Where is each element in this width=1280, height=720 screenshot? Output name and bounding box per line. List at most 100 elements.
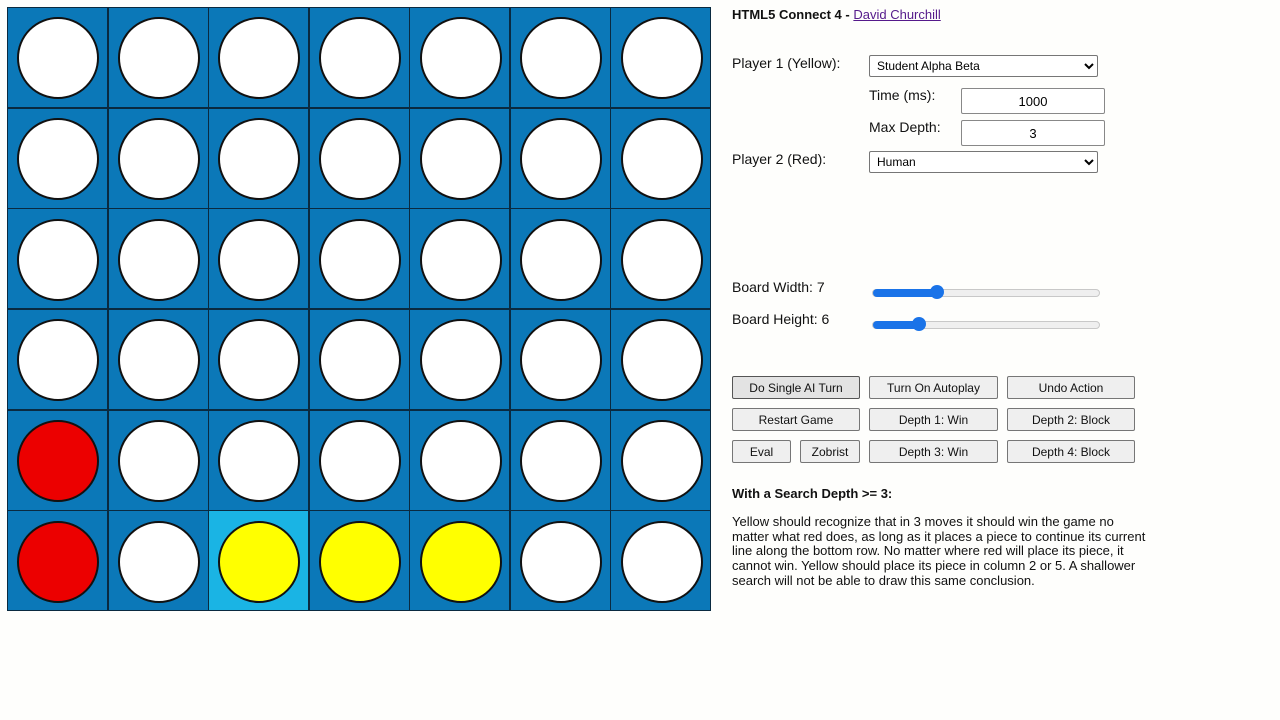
board-cell[interactable]: [509, 208, 611, 310]
board-cell[interactable]: [509, 510, 611, 612]
empty-slot: [520, 218, 603, 301]
board-cell[interactable]: [107, 107, 209, 209]
board-cell[interactable]: [208, 409, 310, 511]
empty-slot: [17, 117, 100, 200]
board-cell[interactable]: [610, 309, 712, 411]
time-input[interactable]: [961, 88, 1105, 114]
board-cell[interactable]: [308, 107, 410, 209]
empty-slot: [419, 419, 502, 502]
board-cell[interactable]: [409, 309, 511, 411]
max-depth-input[interactable]: [961, 120, 1105, 146]
player1-label: Player 1 (Yellow):: [732, 55, 841, 71]
board-cell[interactable]: [208, 208, 310, 310]
empty-slot: [218, 17, 301, 100]
info-text: Yellow should recognize that in 3 moves …: [732, 514, 1146, 588]
control-panel: HTML5 Connect 4 - David Churchill Player…: [732, 0, 1272, 720]
board-cell[interactable]: [409, 510, 511, 612]
board-cell[interactable]: [610, 7, 712, 109]
board-cell[interactable]: [208, 309, 310, 411]
depth1-win-button[interactable]: Depth 1: Win: [869, 408, 998, 431]
red-piece: [17, 419, 100, 502]
board-cell[interactable]: [107, 208, 209, 310]
board-cell[interactable]: [7, 7, 109, 109]
empty-slot: [620, 218, 703, 301]
empty-slot: [419, 218, 502, 301]
depth4-block-button[interactable]: Depth 4: Block: [1007, 440, 1135, 463]
empty-slot: [620, 319, 703, 402]
page-title: HTML5 Connect 4 - David Churchill: [732, 7, 941, 22]
author-link[interactable]: David Churchill: [853, 7, 940, 22]
game-board[interactable]: [7, 7, 712, 612]
empty-slot: [620, 117, 703, 200]
board-cell[interactable]: [308, 409, 410, 511]
autoplay-button[interactable]: Turn On Autoplay: [869, 376, 998, 399]
board-cell[interactable]: [610, 510, 712, 612]
empty-slot: [419, 117, 502, 200]
time-label: Time (ms):: [869, 87, 936, 103]
empty-slot: [117, 17, 200, 100]
board-cell[interactable]: [509, 7, 611, 109]
empty-slot: [117, 319, 200, 402]
depth3-win-button[interactable]: Depth 3: Win: [869, 440, 998, 463]
board-cell[interactable]: [308, 208, 410, 310]
empty-slot: [318, 117, 401, 200]
empty-slot: [117, 419, 200, 502]
board-cell[interactable]: [7, 309, 109, 411]
board-cell[interactable]: [509, 409, 611, 511]
board-cell[interactable]: [409, 208, 511, 310]
board-cell[interactable]: [208, 107, 310, 209]
board-cell[interactable]: [107, 409, 209, 511]
board-width-label: Board Width: 7: [732, 279, 825, 295]
board-cell[interactable]: [107, 510, 209, 612]
title-text: HTML5 Connect 4: [732, 7, 842, 22]
empty-slot: [620, 419, 703, 502]
restart-button[interactable]: Restart Game: [732, 408, 860, 431]
board-cell[interactable]: [208, 7, 310, 109]
board-cell[interactable]: [610, 107, 712, 209]
empty-slot: [117, 117, 200, 200]
board-width-slider-fill: [873, 289, 937, 297]
empty-slot: [117, 218, 200, 301]
red-piece: [17, 520, 100, 603]
player1-select[interactable]: Student Alpha Beta: [869, 55, 1098, 77]
board-height-slider-thumb[interactable]: [911, 317, 926, 331]
player2-select[interactable]: Human: [869, 151, 1098, 173]
board-cell[interactable]: [7, 409, 109, 511]
board-cell[interactable]: [308, 7, 410, 109]
board-cell[interactable]: [308, 510, 410, 612]
board-cell[interactable]: [7, 208, 109, 310]
board-cell[interactable]: [610, 409, 712, 511]
empty-slot: [318, 319, 401, 402]
empty-slot: [520, 520, 603, 603]
board-cell[interactable]: [208, 510, 310, 612]
board-cell[interactable]: [7, 107, 109, 209]
board-cell[interactable]: [308, 309, 410, 411]
empty-slot: [318, 17, 401, 100]
empty-slot: [17, 218, 100, 301]
board-cell[interactable]: [409, 7, 511, 109]
zobrist-button[interactable]: Zobrist: [800, 440, 860, 463]
single-ai-turn-button[interactable]: Do Single AI Turn: [732, 376, 860, 399]
board-cell[interactable]: [409, 409, 511, 511]
board-cell[interactable]: [107, 7, 209, 109]
empty-slot: [218, 117, 301, 200]
undo-button[interactable]: Undo Action: [1007, 376, 1135, 399]
board-cell[interactable]: [409, 107, 511, 209]
board-cell[interactable]: [107, 309, 209, 411]
board-cell[interactable]: [509, 309, 611, 411]
empty-slot: [520, 17, 603, 100]
board-height-label: Board Height: 6: [732, 311, 830, 327]
board-width-slider-thumb[interactable]: [929, 285, 944, 299]
depth2-block-button[interactable]: Depth 2: Block: [1007, 408, 1135, 431]
board-height-slider[interactable]: [872, 317, 1100, 331]
eval-button[interactable]: Eval: [732, 440, 791, 463]
empty-slot: [520, 419, 603, 502]
player2-label: Player 2 (Red):: [732, 151, 827, 167]
empty-slot: [520, 319, 603, 402]
board-cell[interactable]: [7, 510, 109, 612]
board-cell[interactable]: [509, 107, 611, 209]
board-width-slider[interactable]: [872, 285, 1100, 299]
empty-slot: [17, 319, 100, 402]
max-depth-label: Max Depth:: [869, 119, 941, 135]
board-cell[interactable]: [610, 208, 712, 310]
